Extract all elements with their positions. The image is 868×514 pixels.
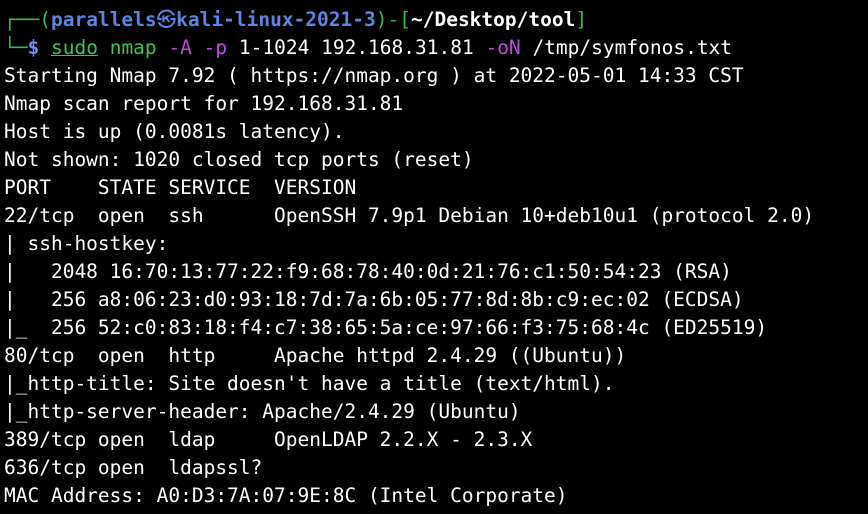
prompt-line-1: ┌──(parallels㉿kali-linux-2021-3)-[~/Desk… (4, 6, 868, 34)
flag-oN: -oN (485, 36, 521, 59)
prompt-host: kali-linux-2021-3 (176, 8, 376, 31)
terminal-window[interactable]: ┌──(parallels㉿kali-linux-2021-3)-[~/Desk… (0, 0, 868, 514)
output-line: |_ 256 52:c0:83:18:f4:c7:38:65:5a:ce:97:… (4, 316, 768, 339)
output-line: Host is up (0.0081s latency). (4, 120, 345, 143)
output-line: PORT STATE SERVICE VERSION (4, 176, 357, 199)
prompt-user: parallels (50, 8, 157, 31)
output-line: |_http-server-header: Apache/2.4.29 (Ubu… (4, 400, 521, 423)
prompt-path: ~/Desktop/tool (410, 8, 576, 31)
output-line: MAC Address: A0:D3:7A:07:9E:8C (Intel Co… (4, 484, 568, 507)
skull-icon: ㉿ (156, 8, 177, 31)
output-line: | 256 a8:06:23:d0:93:18:7d:7a:6b:05:77:8… (4, 288, 744, 311)
prompt-dollar: $ (27, 36, 40, 59)
flag-p: -p (203, 36, 228, 59)
command-outfile: /tmp/symfonos.txt (532, 36, 733, 59)
command-target: 192.168.31.81 (321, 36, 474, 59)
output-line: | 2048 16:70:13:77:22:f9:68:78:40:0d:21:… (4, 260, 732, 283)
output-line: Starting Nmap 7.92 ( https://nmap.org ) … (4, 64, 744, 87)
prompt-close-paren: )-[ (375, 8, 411, 31)
output-line: 22/tcp open ssh OpenSSH 7.9p1 Debian 10+… (4, 204, 815, 227)
command-sudo: sudo (50, 36, 98, 59)
output-line: Nmap scan report for 192.168.31.81 (4, 92, 404, 115)
prompt-corner-bottom: └─ (4, 36, 28, 59)
output-line: |_http-title: Site doesn't have a title … (4, 372, 615, 395)
command-ports: 1-1024 (238, 36, 310, 59)
output-line: Not shown: 1020 closed tcp ports (reset) (4, 148, 474, 171)
prompt-corner-top: ┌──( (4, 8, 51, 31)
command-nmap: nmap (109, 36, 157, 59)
output-line: | ssh-hostkey: (4, 232, 181, 255)
output-line: 80/tcp open http Apache httpd 2.4.29 ((U… (4, 344, 627, 367)
prompt-close-bracket: ] (575, 8, 588, 31)
output-line: 389/tcp open ldap OpenLDAP 2.2.X - 2.3.X (4, 428, 533, 451)
prompt-line-2: └─$ sudo nmap -A -p 1-1024 192.168.31.81… (4, 34, 868, 62)
flag-A: -A (168, 36, 192, 59)
output-line: 636/tcp open ldapssl? (4, 456, 263, 479)
